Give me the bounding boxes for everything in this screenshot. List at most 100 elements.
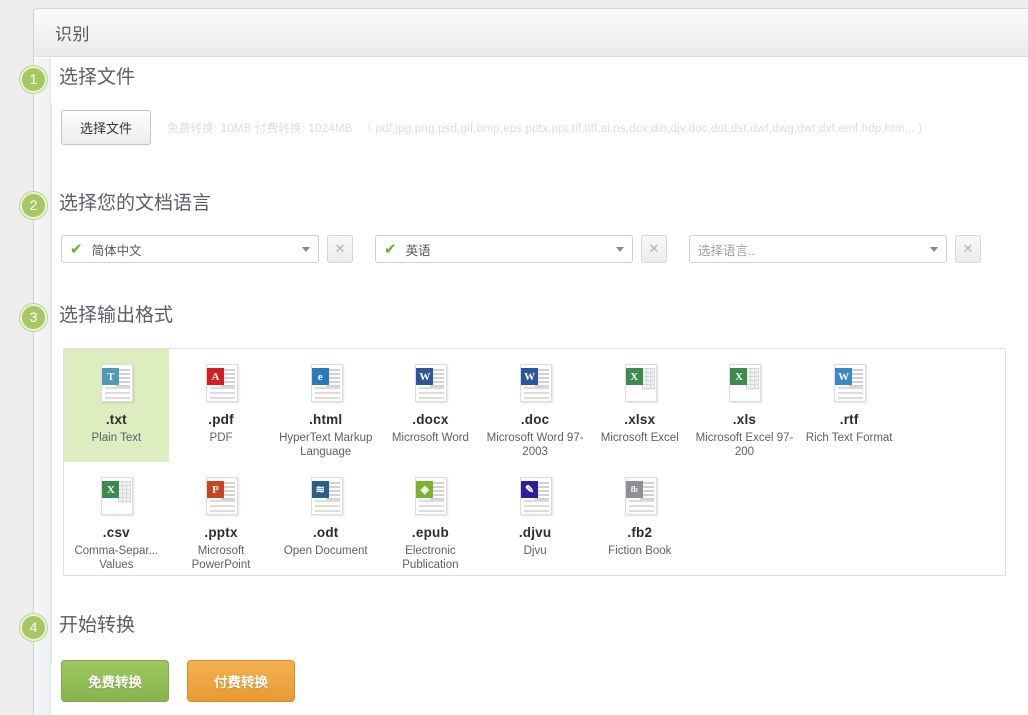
epub-file-icon: ◈ — [411, 476, 449, 516]
doc-lines-lower — [524, 500, 550, 515]
format-tile-doc[interactable]: W .doc Microsoft Word 97-2003 — [483, 349, 588, 462]
format-tile-pptx[interactable]: P .pptx Microsoft PowerPoint — [169, 462, 274, 575]
format-extension: .csv — [102, 525, 130, 540]
clear-language-button-2[interactable]: ✕ — [641, 235, 667, 263]
format-badge: P — [207, 481, 225, 498]
chevron-down-icon — [302, 246, 310, 252]
format-extension: .docx — [412, 412, 449, 427]
doc-lines-lower — [210, 387, 236, 402]
format-extension: .fb2 — [627, 525, 653, 540]
format-description: Electronic Publication — [402, 545, 459, 571]
free-convert-button[interactable]: 免费转换 — [61, 660, 169, 702]
recognition-panel: 识别 1 选择文件 选择文件 免费转换: 10MB 付费转换: 1024MB （ … — [20, 8, 1028, 715]
format-description: Comma-Separ... Values — [74, 545, 159, 571]
format-description: PDF — [209, 432, 233, 444]
format-tile-odt[interactable]: ≋ .odt Open Document — [273, 462, 378, 575]
xls-file-icon: X — [725, 363, 763, 403]
language-select-3[interactable]: 选择语言.. — [689, 235, 947, 263]
format-badge: X — [730, 368, 748, 385]
language-select-value: 英语 — [405, 243, 431, 258]
format-tile-xls[interactable]: X .xls Microsoft Excel 97-200 — [692, 349, 797, 462]
format-tile-docx[interactable]: W .docx Microsoft Word — [378, 349, 483, 462]
step-badge-2: 2 — [20, 192, 47, 219]
format-tile-csv[interactable]: X .csv Comma-Separ... Values — [64, 462, 169, 575]
step-badge-4: 4 — [20, 614, 47, 641]
step-badge-3: 3 — [20, 304, 47, 331]
format-extension: .epub — [411, 525, 449, 540]
chevron-down-icon — [616, 246, 624, 252]
language-select-value: 选择语言.. — [698, 243, 755, 258]
format-description: Djvu — [523, 545, 547, 557]
language-select-1[interactable]: ✔ 简体中文 — [61, 235, 319, 263]
file-size-hint: 免费转换: 10MB 付费转换: 1024MB （ pdf,jpg,png,psd… — [167, 120, 922, 136]
format-badge: W — [416, 368, 434, 385]
format-extension: .pdf — [208, 412, 234, 427]
format-description: Microsoft Excel — [600, 432, 679, 444]
clear-language-button-1[interactable]: ✕ — [327, 235, 353, 263]
language-selector-group: 选择语言.. ✕ — [689, 235, 981, 263]
format-description: Open Document — [283, 545, 368, 557]
format-tile-pdf[interactable]: A .pdf PDF — [169, 349, 274, 462]
format-description: Fiction Book — [608, 545, 672, 557]
doc-file-icon: W — [516, 363, 554, 403]
sheet-cells — [746, 368, 760, 390]
format-tile-djvu[interactable]: ✎ .djvu Djvu — [483, 462, 588, 575]
format-description: Microsoft Excel 97-200 — [695, 432, 794, 458]
format-extension: .txt — [105, 412, 127, 427]
csv-file-icon: X — [97, 476, 135, 516]
choose-file-row: 选择文件 免费转换: 10MB 付费转换: 1024MB （ pdf,jpg,pn… — [61, 110, 922, 145]
doc-lines-lower — [419, 387, 445, 402]
fb2-file-icon: fb — [621, 476, 659, 516]
doc-lines-lower — [314, 387, 340, 402]
format-tile-html[interactable]: e .html HyperText Markup Language — [273, 349, 378, 462]
format-extension: .djvu — [518, 525, 552, 540]
format-extension: .rtf — [839, 412, 859, 427]
clear-language-button-3[interactable]: ✕ — [955, 235, 981, 263]
step-title-2: 选择您的文档语言 — [59, 193, 212, 214]
docx-file-icon: W — [411, 363, 449, 403]
step-title-3: 选择输出格式 — [59, 305, 174, 326]
format-tile-fb2[interactable]: fb .fb2 Fiction Book — [587, 462, 692, 575]
format-badge: X — [625, 368, 643, 385]
step-select-language: 2 选择您的文档语言 ✔ 简体中文 ✕ ✔ 英语 ✕ 选择语言.. ✕ — [20, 192, 1014, 282]
format-badge: ◈ — [416, 481, 434, 498]
language-selectors-row: ✔ 简体中文 ✕ ✔ 英语 ✕ 选择语言.. ✕ — [61, 235, 981, 263]
rtf-file-icon: W — [830, 363, 868, 403]
format-badge: X — [102, 481, 120, 498]
panel-header: 识别 — [34, 9, 1028, 57]
format-description: Microsoft Word — [391, 432, 469, 444]
format-extension: .pptx — [204, 525, 238, 540]
html-file-icon: e — [307, 363, 345, 403]
doc-lines-lower — [210, 500, 236, 515]
format-extension: .doc — [520, 412, 550, 427]
supported-formats-text: （ pdf,jpg,png,psd,gif,bmp,eps,pptx,ppt,t… — [360, 122, 923, 135]
format-badge: e — [311, 368, 329, 385]
format-badge: fb — [625, 481, 643, 498]
format-tile-epub[interactable]: ◈ .epub Electronic Publication — [378, 462, 483, 575]
step-title-4: 开始转换 — [59, 615, 136, 636]
pdf-file-icon: A — [202, 363, 240, 403]
step-badge-1: 1 — [20, 66, 47, 93]
format-extension: .html — [309, 412, 343, 427]
choose-file-button[interactable]: 选择文件 — [61, 110, 152, 145]
output-format-grid: T .txt Plain Text A .pdf PDF e .html HyperText M… — [63, 348, 1006, 576]
format-description: Microsoft Word 97-2003 — [486, 432, 584, 458]
page-title: 识别 — [55, 25, 90, 44]
doc-lines-lower — [524, 387, 550, 402]
format-extension: .xls — [732, 412, 757, 427]
format-extension: .odt — [312, 525, 339, 540]
doc-lines-lower — [838, 387, 864, 402]
check-icon: ✔ — [70, 240, 83, 258]
xlsx-file-icon: X — [621, 363, 659, 403]
doc-lines-lower — [419, 500, 445, 515]
language-select-2[interactable]: ✔ 英语 — [375, 235, 633, 263]
format-tile-rtf[interactable]: W .rtf Rich Text Format — [797, 349, 902, 462]
convert-buttons-row: 免费转换 付费转换 — [61, 660, 295, 702]
format-tile-xlsx[interactable]: X .xlsx Microsoft Excel — [587, 349, 692, 462]
paid-convert-button[interactable]: 付费转换 — [187, 660, 295, 702]
format-tile-txt[interactable]: T .txt Plain Text — [64, 349, 169, 462]
pptx-file-icon: P — [202, 476, 240, 516]
sheet-cells — [641, 368, 655, 390]
txt-file-icon: T — [97, 363, 135, 403]
format-badge: ✎ — [521, 481, 539, 498]
